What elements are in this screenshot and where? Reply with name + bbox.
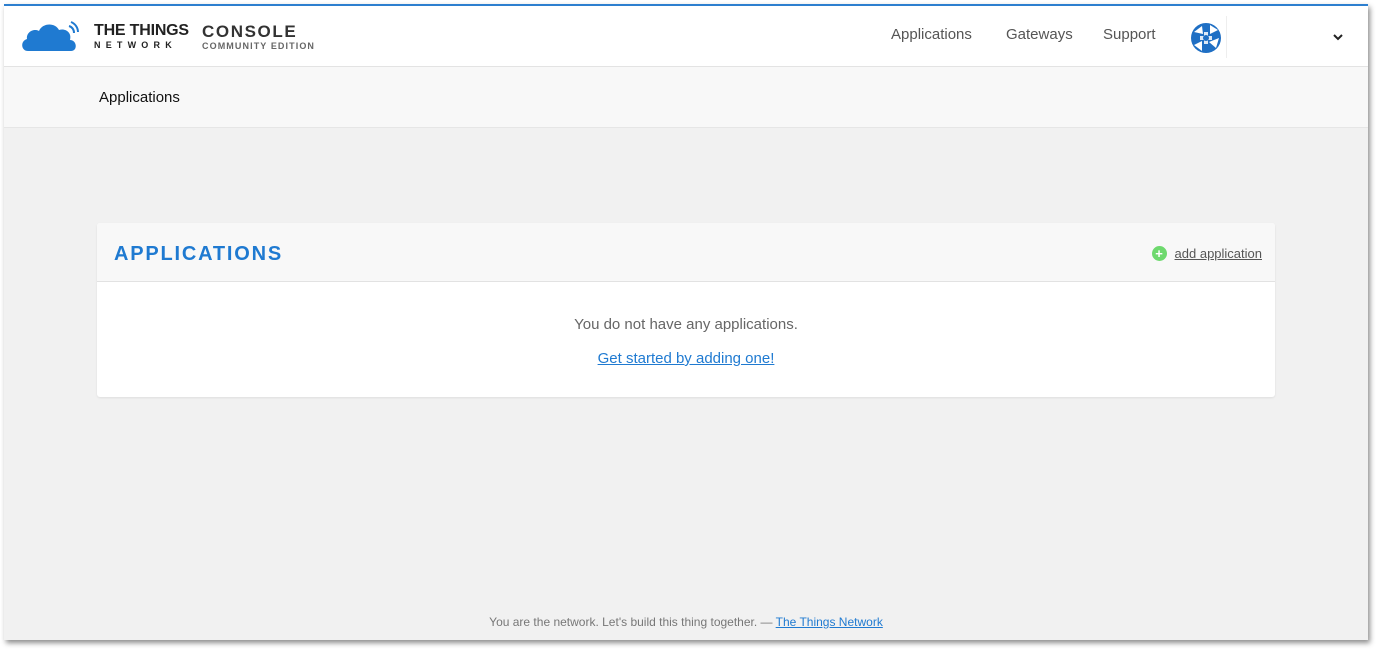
nav-applications-link[interactable]: Applications [891, 26, 972, 43]
breadcrumb-current: Applications [99, 89, 180, 106]
footer-tagline: You are the network. Let's build this th… [489, 615, 776, 629]
ttn-logo[interactable]: THE THINGS NETWORK [20, 18, 189, 54]
add-application-button[interactable]: + add application [1151, 246, 1262, 261]
applications-card: APPLICATIONS + add application You do no… [97, 223, 1275, 397]
user-menu-divider [1226, 16, 1227, 58]
nav-gateways-link[interactable]: Gateways [1006, 26, 1073, 43]
empty-state-message: You do not have any applications. [574, 316, 798, 333]
applications-title: APPLICATIONS [114, 243, 284, 265]
brand-line-1: THE THINGS [94, 21, 189, 39]
console-title: CONSOLE [202, 22, 298, 41]
brand-text: THE THINGS NETWORK [94, 21, 189, 50]
top-navigation-bar: THE THINGS NETWORK CONSOLE COMMUNITY EDI… [4, 6, 1368, 67]
console-subtitle: COMMUNITY EDITION [202, 41, 316, 51]
nav-support-link[interactable]: Support [1103, 26, 1156, 43]
console-label: CONSOLE COMMUNITY EDITION [202, 23, 315, 51]
empty-state-link-wrapper: Get started by adding one! [97, 350, 1275, 367]
chevron-down-icon[interactable] [1331, 30, 1345, 44]
breadcrumb-bar: Applications [4, 67, 1368, 128]
footer: You are the network. Let's build this th… [4, 615, 1368, 629]
cloud-logo-icon [22, 21, 79, 51]
plus-circle-icon: + [1151, 246, 1167, 261]
console-window: THE THINGS NETWORK CONSOLE COMMUNITY EDI… [4, 4, 1368, 640]
brand-line-2: NETWORK [94, 39, 177, 50]
footer-ttn-link[interactable]: The Things Network [776, 615, 883, 629]
get-started-link[interactable]: Get started by adding one! [598, 350, 775, 367]
add-application-label[interactable]: add application [1175, 246, 1262, 261]
user-avatar-icon[interactable] [1188, 20, 1224, 56]
applications-card-header: APPLICATIONS + add application [97, 223, 1275, 282]
